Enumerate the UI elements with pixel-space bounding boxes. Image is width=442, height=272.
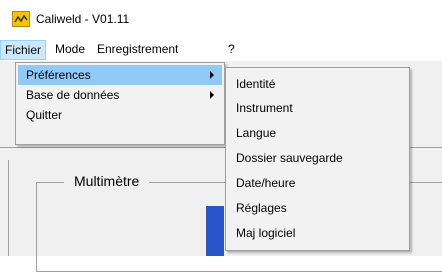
- submenu-item-reglages[interactable]: Réglages: [228, 196, 407, 220]
- window-title: Caliweld - V01.11: [36, 12, 130, 26]
- menu-enregistrement[interactable]: Enregistrement: [93, 40, 182, 60]
- title-bar: Caliweld - V01.11: [0, 0, 442, 40]
- menu-item-preferences[interactable]: Préférences: [18, 65, 222, 85]
- menu-item-quit[interactable]: Quitter: [18, 105, 222, 125]
- submenu-item-langue[interactable]: Langue: [228, 121, 407, 145]
- submenu-item-dossier-sauvegarde[interactable]: Dossier sauvegarde: [228, 146, 407, 170]
- submenu-arrow-icon: [210, 91, 214, 99]
- menu-fichier[interactable]: Fichier: [0, 40, 47, 60]
- submenu-item-identite[interactable]: Identité: [228, 72, 407, 96]
- submenu-item-date-heure[interactable]: Date/heure: [228, 171, 407, 195]
- menu-item-label: Quitter: [26, 108, 63, 122]
- menu-item-label: Base de données: [26, 88, 120, 102]
- groupbox-title: Multimètre: [64, 172, 150, 190]
- menu-item-database[interactable]: Base de données: [18, 85, 222, 105]
- blue-control[interactable]: [206, 206, 224, 256]
- app-icon: [12, 11, 30, 27]
- submenu-item-maj-logiciel[interactable]: Maj logiciel: [228, 221, 407, 245]
- panel-edge: [8, 160, 9, 256]
- preferences-submenu: Identité Instrument Langue Dossier sauve…: [225, 67, 410, 251]
- menu-mode[interactable]: Mode: [51, 40, 89, 60]
- menu-help[interactable]: ?: [224, 40, 239, 60]
- submenu-arrow-icon: [210, 71, 214, 79]
- submenu-item-instrument[interactable]: Instrument: [228, 96, 407, 120]
- menu-bar: Fichier Mode Enregistrement ?: [0, 40, 442, 60]
- menu-item-label: Préférences: [26, 68, 91, 82]
- file-menu-dropdown: Préférences Base de données Quitter: [15, 62, 225, 145]
